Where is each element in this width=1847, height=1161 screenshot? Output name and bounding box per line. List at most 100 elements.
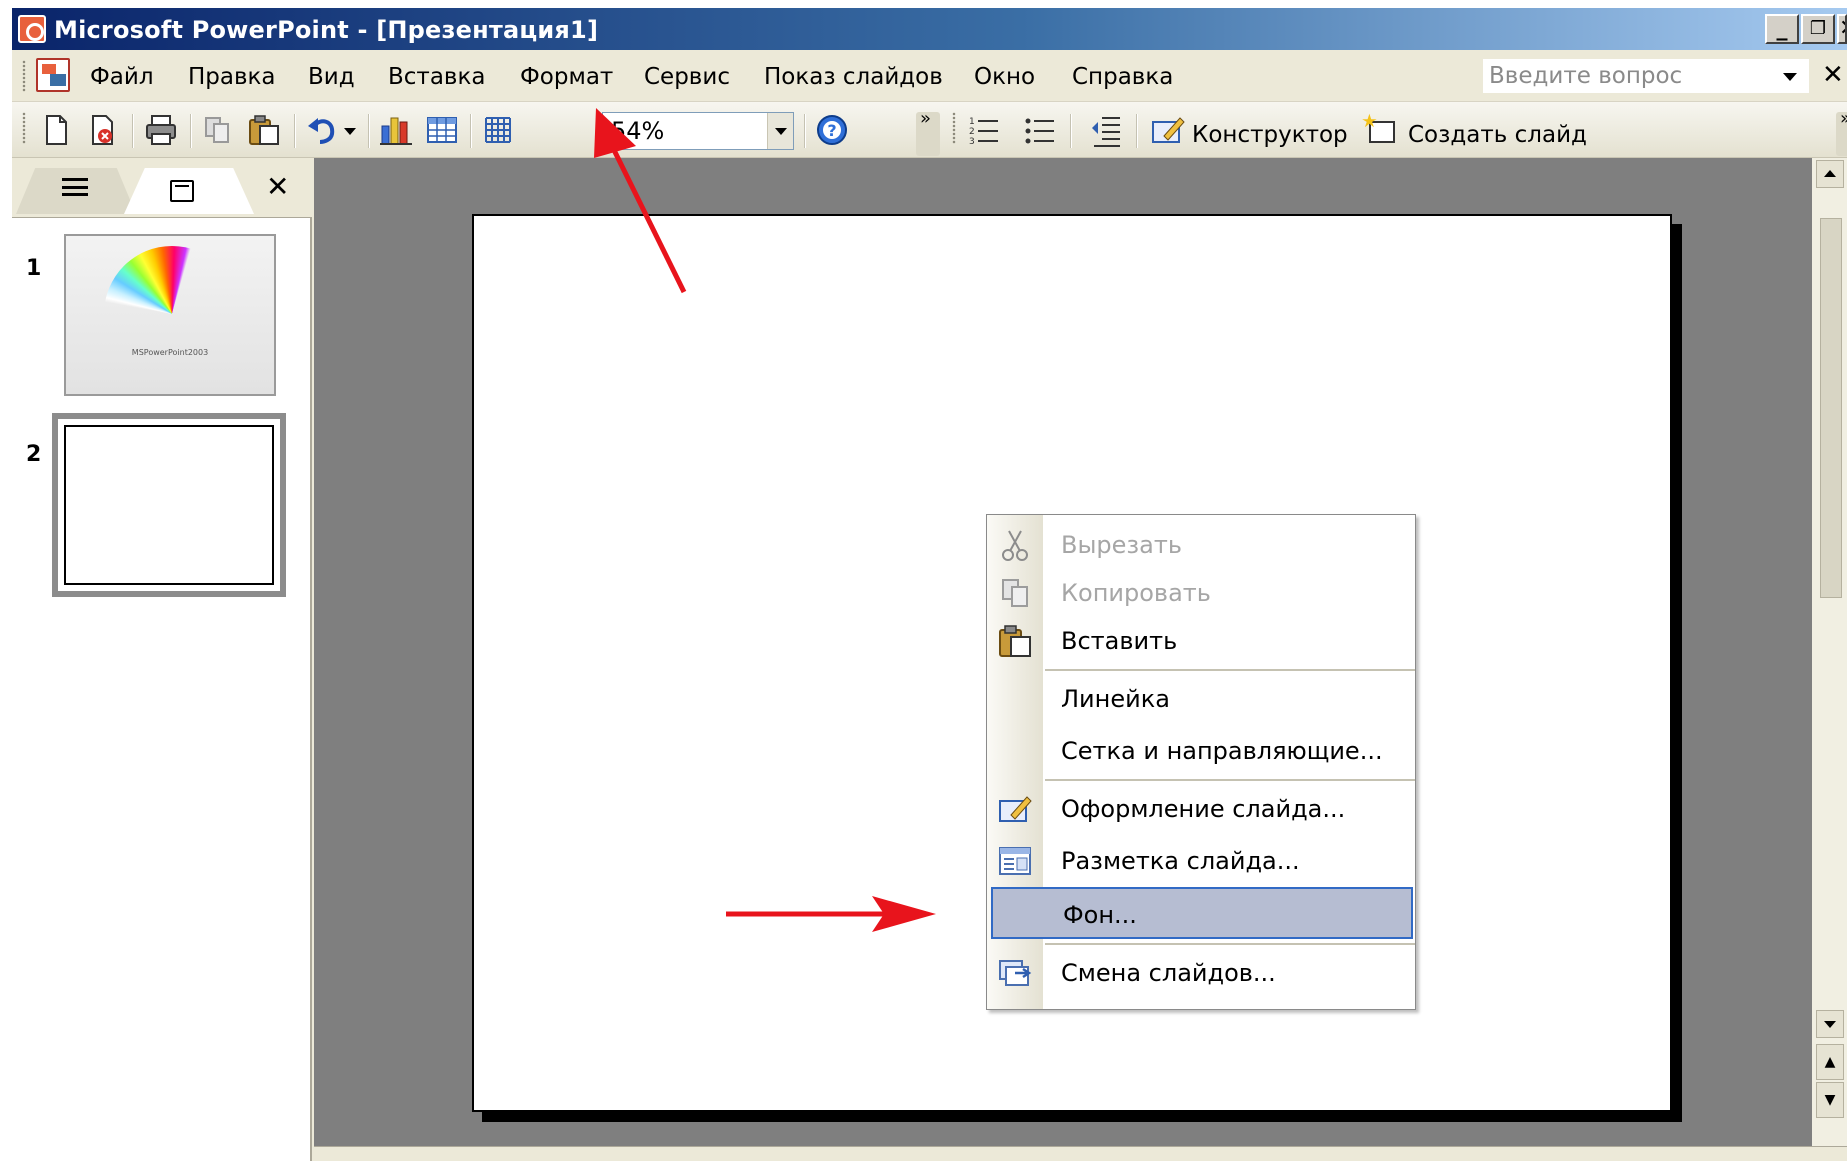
paste-icon[interactable] [246,112,282,148]
toolbar-separator [368,114,370,148]
scroll-down-button[interactable] [1816,1010,1844,1038]
pane-tabstrip: ✕ [12,158,312,218]
slide-thumbnail-selected[interactable] [52,413,286,597]
insert-chart-icon[interactable] [378,112,414,148]
formatting-options-chevron[interactable] [1836,108,1847,156]
menu-item-cut[interactable]: Вырезать [987,519,1415,571]
slide-number: 2 [26,442,42,467]
print-icon[interactable] [144,112,180,148]
menu-insert[interactable]: Вставка [388,64,485,90]
powerpoint-window: Microsoft PowerPoint - [Презентация1] _ … [12,8,1847,1161]
close-button[interactable]: ✕ [1837,14,1847,44]
menu-item-label: Копировать [1061,579,1211,607]
document-close-button[interactable]: ✕ [1822,60,1844,90]
blank-slide-preview [64,425,274,585]
previous-slide-button[interactable]: ▲ [1816,1044,1844,1080]
minimize-button[interactable]: _ [1765,14,1799,44]
help-question-input[interactable] [1483,59,1753,93]
slide-thumbnail[interactable]: MSPowerPoint2003 [64,234,276,396]
svg-text:1: 1 [969,117,975,127]
designer-button[interactable]: Конструктор [1192,122,1348,148]
copy-icon[interactable] [200,112,236,148]
notes-pane-edge [314,1146,1847,1161]
help-icon[interactable]: ? [814,112,850,148]
menubar-grip[interactable] [22,60,26,92]
restore-button[interactable]: ❐ [1801,14,1835,44]
menu-window[interactable]: Окно [974,64,1035,90]
slide-number: 1 [26,256,42,281]
menu-item-label: Вырезать [1061,531,1183,559]
copy-icon [1002,579,1028,607]
menu-item-slide-transition[interactable]: Смена слайдов... [987,947,1415,999]
insert-table-icon[interactable] [424,112,460,148]
svg-text:3: 3 [969,137,975,147]
formatting-toolbar-grip[interactable] [952,112,956,144]
new-slide-icon[interactable] [1362,112,1398,148]
svg-text:2: 2 [969,127,975,137]
scroll-thumb[interactable] [1820,218,1842,598]
menu-edit[interactable]: Правка [188,64,276,90]
zoom-combobox[interactable]: 54% [602,112,794,150]
toolbar-grip[interactable] [22,112,26,144]
menu-item-slide-layout[interactable]: Разметка слайда... [987,835,1415,887]
slide-design-icon [999,796,1032,822]
menu-item-slide-design[interactable]: Оформление слайда... [987,783,1415,835]
menu-item-label: Линейка [1061,685,1170,713]
window-title: Microsoft PowerPoint - [Презентация1] [54,16,599,44]
toolbar-separator [804,114,806,148]
menu-format[interactable]: Формат [520,64,613,90]
outline-icon [62,178,88,198]
toolbar-separator [190,114,192,148]
menu-item-ruler[interactable]: Линейка [987,673,1415,725]
menu-item-label: Оформление слайда... [1061,795,1346,823]
menu-file[interactable]: Файл [90,64,154,90]
menu-tools[interactable]: Сервис [644,64,730,90]
undo-dropdown-icon[interactable] [340,112,360,148]
menu-help[interactable]: Справка [1072,64,1173,90]
decrease-indent-icon[interactable] [1088,112,1124,148]
bulleted-list-icon[interactable] [1022,112,1058,148]
menu-separator [1045,669,1415,671]
toolbar-separator [1136,114,1138,148]
svg-text:?: ? [827,121,836,140]
title-bar[interactable]: Microsoft PowerPoint - [Презентация1] [12,8,1847,50]
zoom-value: 54% [611,117,665,145]
menu-separator [1045,779,1415,781]
scroll-up-button[interactable] [1816,160,1844,188]
slide-design-icon[interactable] [1150,112,1186,148]
menu-separator [1045,943,1415,945]
menu-item-background[interactable]: Фон... [991,887,1413,939]
new-slide-button[interactable]: Создать слайд [1408,122,1587,148]
menu-item-paste[interactable]: Вставить [987,615,1415,667]
slide-layout-icon [999,847,1031,875]
menu-item-label: Фон... [1063,901,1137,929]
zoom-dropdown-icon[interactable] [767,113,793,149]
slides-icon [170,180,194,202]
thumbnail-title: MSPowerPoint2003 [131,348,209,357]
help-question-box [1482,58,1810,94]
show-grid-icon[interactable] [480,112,516,148]
powerpoint-app-icon[interactable] [18,15,46,43]
help-dropdown-icon[interactable] [1783,73,1797,81]
next-slide-button[interactable]: ▼ [1816,1082,1844,1118]
menu-item-label: Сетка и направляющие... [1061,737,1383,765]
paste-icon [999,625,1031,657]
undo-icon[interactable] [304,112,340,148]
menu-item-label: Разметка слайда... [1061,847,1300,875]
menu-item-label: Вставить [1061,627,1178,655]
menu-view[interactable]: Вид [308,64,355,90]
menu-item-grid-guides[interactable]: Сетка и направляющие... [987,725,1415,777]
menu-slideshow[interactable]: Показ слайдов [764,64,943,90]
toolbar-separator [294,114,296,148]
new-document-icon[interactable] [38,112,74,148]
pane-close-button[interactable]: ✕ [266,170,289,203]
document-menu-icon[interactable] [36,58,70,92]
toolbar-separator [132,114,134,148]
slide-transition-icon [999,960,1032,986]
toolbar-options-chevron[interactable] [916,108,940,156]
numbered-list-icon[interactable]: 1 2 3 [966,112,1002,148]
color-fan-image [104,246,240,382]
open-document-icon[interactable] [84,112,120,148]
menu-item-copy[interactable]: Копировать [987,567,1415,619]
toolbar-separator [470,114,472,148]
